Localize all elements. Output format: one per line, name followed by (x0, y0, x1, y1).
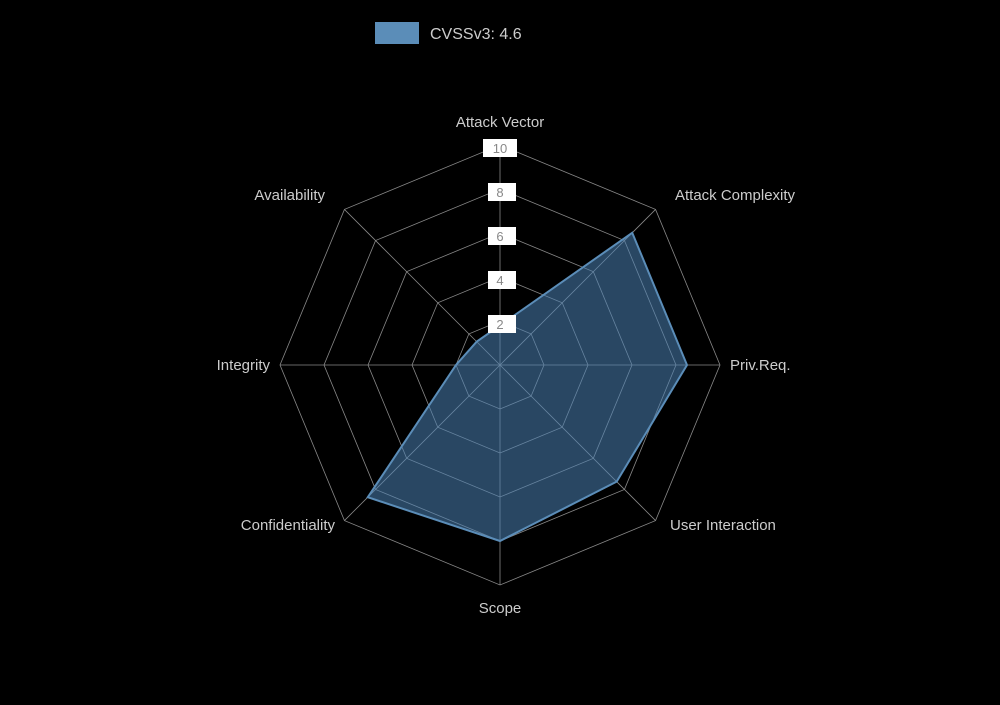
cvss-data-polygon (368, 233, 687, 541)
label-integrity: Integrity (217, 357, 271, 374)
label-availability: Availability (254, 187, 325, 204)
label-priv-req: Priv.Req. (730, 357, 791, 374)
scale-label-4: 4 (496, 273, 503, 288)
legend-color-box (375, 22, 419, 44)
label-confidentiality: Confidentiality (241, 517, 336, 534)
scale-label-10: 10 (493, 141, 507, 156)
label-user-interaction: User Interaction (670, 517, 776, 534)
chart-container: CVSSv3: 4.6 (0, 0, 1000, 700)
label-attack-vector: Attack Vector (456, 114, 544, 131)
scale-label-2: 2 (496, 317, 503, 332)
legend-label: CVSSv3: 4.6 (430, 26, 522, 43)
scale-label-8: 8 (496, 185, 503, 200)
label-scope: Scope (479, 600, 522, 617)
label-attack-complexity: Attack Complexity (675, 187, 796, 204)
scale-label-6: 6 (496, 229, 503, 244)
